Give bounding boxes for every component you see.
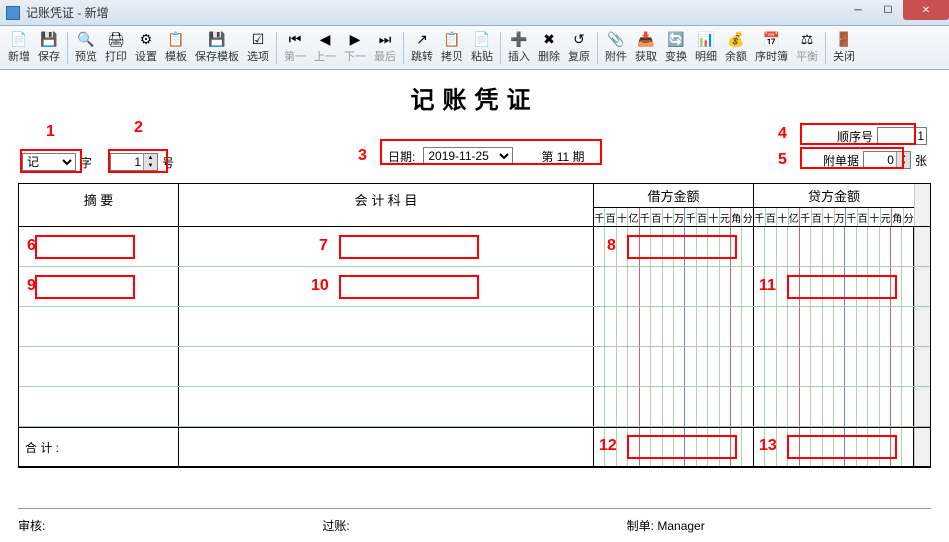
debit-cell[interactable] <box>594 347 754 386</box>
toolbar-新增[interactable]: 📄新增 <box>4 29 34 66</box>
toolbar-选项[interactable]: ☑选项 <box>243 29 273 66</box>
toolbar-明细[interactable]: 📊明细 <box>691 29 721 66</box>
toolbar-序时簿[interactable]: 📅序时簿 <box>751 29 792 66</box>
toolbar-变换[interactable]: 🔄变换 <box>661 29 691 66</box>
col-summary-header: 摘 要 <box>19 184 179 226</box>
保存-icon: 💾 <box>41 31 57 47</box>
voucher-title: 记账凭证 <box>18 80 931 115</box>
table-row[interactable] <box>19 347 930 387</box>
模板-icon: 📋 <box>168 31 184 47</box>
变换-icon: 🔄 <box>668 31 684 47</box>
footer: 审核: 过账: 制单: Manager <box>18 508 931 542</box>
删除-icon: ✖ <box>541 31 557 47</box>
table-row[interactable] <box>19 307 930 347</box>
subject-cell[interactable] <box>179 347 594 386</box>
toolbar-删除[interactable]: ✖删除 <box>534 29 564 66</box>
debit-cell[interactable] <box>594 307 754 346</box>
attach-suffix-label: 张 <box>915 152 927 169</box>
subject-cell[interactable] <box>179 307 594 346</box>
第一-icon: ⏮ <box>287 31 303 47</box>
toolbar-跳转[interactable]: ↗跳转 <box>407 29 437 66</box>
ledger-table: 摘 要 会 计 科 目 借方金额 千百十亿千百十万千百十元角分 贷方金额 千百十… <box>18 183 931 468</box>
toolbar-附件[interactable]: 📎附件 <box>601 29 631 66</box>
跳转-icon: ↗ <box>414 31 430 47</box>
获取-icon: 📥 <box>638 31 654 47</box>
toolbar-第一: ⏮第一 <box>280 29 310 66</box>
toolbar: 📄新增💾保存🔍预览🖨打印⚙设置📋模板💾保存模板☑选项⏮第一◀上一▶下一⏭最后↗跳… <box>0 26 949 70</box>
toolbar-上一: ◀上一 <box>310 29 340 66</box>
复原-icon: ↺ <box>571 31 587 47</box>
设置-icon: ⚙ <box>138 31 154 47</box>
toolbar-复原[interactable]: ↺复原 <box>564 29 594 66</box>
summary-cell[interactable] <box>19 387 179 426</box>
toolbar-拷贝[interactable]: 📋拷贝 <box>437 29 467 66</box>
credit-cell[interactable] <box>754 307 914 346</box>
下一-icon: ▶ <box>347 31 363 47</box>
最后-icon: ⏭ <box>377 31 393 47</box>
table-row[interactable] <box>19 387 930 427</box>
上一-icon: ◀ <box>317 31 333 47</box>
拷贝-icon: 📋 <box>444 31 460 47</box>
debit-cell[interactable] <box>594 267 754 306</box>
credit-cell[interactable] <box>754 347 914 386</box>
平衡-icon: ⚖ <box>799 31 815 47</box>
window-titlebar: 记账凭证 - 新增 ─ ☐ ✕ <box>0 0 949 26</box>
app-icon <box>6 6 20 20</box>
maker-value: Manager <box>657 519 704 533</box>
序时簿-icon: 📅 <box>764 31 780 47</box>
粘贴-icon: 📄 <box>474 31 490 47</box>
credit-cell[interactable] <box>754 227 914 266</box>
minimize-button[interactable]: ─ <box>843 0 873 20</box>
maximize-button[interactable]: ☐ <box>873 0 903 20</box>
toolbar-关闭[interactable]: 🚪关闭 <box>829 29 859 66</box>
summary-cell[interactable] <box>19 307 179 346</box>
toolbar-最后: ⏭最后 <box>370 29 400 66</box>
toolbar-平衡: ⚖平衡 <box>792 29 822 66</box>
debit-cell[interactable] <box>594 387 754 426</box>
total-label: 合 计 : <box>19 428 179 466</box>
toolbar-获取[interactable]: 📥获取 <box>631 29 661 66</box>
summary-cell[interactable] <box>19 347 179 386</box>
close-button[interactable]: ✕ <box>903 0 949 20</box>
window-title: 记账凭证 - 新增 <box>26 4 109 21</box>
toolbar-保存[interactable]: 💾保存 <box>34 29 64 66</box>
col-debit-header: 借方金额 <box>594 184 753 208</box>
关闭-icon: 🚪 <box>836 31 852 47</box>
明细-icon: 📊 <box>698 31 714 47</box>
audit-label: 审核: <box>18 517 322 534</box>
附件-icon: 📎 <box>608 31 624 47</box>
credit-cell[interactable] <box>754 387 914 426</box>
toolbar-设置[interactable]: ⚙设置 <box>131 29 161 66</box>
toolbar-下一: ▶下一 <box>340 29 370 66</box>
toolbar-粘贴[interactable]: 📄粘贴 <box>467 29 497 66</box>
col-credit-header: 贷方金额 <box>754 184 914 208</box>
toolbar-打印[interactable]: 🖨打印 <box>101 29 131 66</box>
插入-icon: ➕ <box>511 31 527 47</box>
预览-icon: 🔍 <box>78 31 94 47</box>
保存模板-icon: 💾 <box>209 31 225 47</box>
选项-icon: ☑ <box>250 31 266 47</box>
toolbar-模板[interactable]: 📋模板 <box>161 29 191 66</box>
余额-icon: 💰 <box>728 31 744 47</box>
toolbar-余额[interactable]: 💰余额 <box>721 29 751 66</box>
打印-icon: 🖨 <box>108 31 124 47</box>
maker-label: 制单: <box>627 519 654 533</box>
toolbar-插入[interactable]: ➕插入 <box>504 29 534 66</box>
toolbar-预览[interactable]: 🔍预览 <box>71 29 101 66</box>
新增-icon: 📄 <box>11 31 27 47</box>
col-subject-header: 会 计 科 目 <box>179 184 594 226</box>
toolbar-保存模板[interactable]: 💾保存模板 <box>191 29 243 66</box>
subject-cell[interactable] <box>179 387 594 426</box>
post-label: 过账: <box>322 517 626 534</box>
